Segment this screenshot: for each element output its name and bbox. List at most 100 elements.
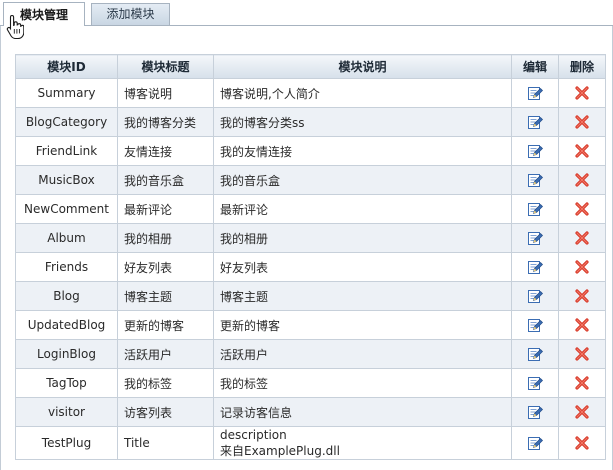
cell-module-desc: 我的音乐盒 [213,165,512,195]
edit-pencil-icon[interactable] [527,230,543,246]
delete-x-icon[interactable] [574,143,590,159]
cell-module-desc: 我的博客分类ss [213,107,512,137]
desc-line-1: description [220,428,287,442]
cell-module-title: 友情连接 [117,136,214,166]
table-row: BlogCategory 我的博客分类 我的博客分类ss [15,107,606,137]
cell-delete [558,339,606,369]
cell-module-title: 我的博客分类 [117,107,214,137]
cell-module-desc: 好友列表 [213,252,512,282]
cell-delete [558,310,606,340]
hand-pointer-icon [6,14,24,40]
table-row: visitor 访客列表 记录访客信息 [15,397,606,427]
tab-add-module[interactable]: 添加模块 [91,3,170,25]
cell-module-title: 我的相册 [117,223,214,253]
cell-module-title: Title [117,426,214,460]
col-header-module-desc: 模块说明 [213,54,512,79]
cell-edit [511,194,559,224]
cell-module-title: 博客说明 [117,78,214,108]
cell-module-id: Friends [15,252,118,282]
delete-x-icon[interactable] [574,375,590,391]
table-row: NewComment 最新评论 最新评论 [15,194,606,224]
delete-x-icon[interactable] [574,435,590,451]
edit-pencil-icon[interactable] [527,143,543,159]
delete-x-icon[interactable] [574,85,590,101]
cell-module-id: Blog [15,281,118,311]
edit-pencil-icon[interactable] [527,172,543,188]
edit-pencil-icon[interactable] [527,288,543,304]
tab-bar: 模块管理 添加模块 [0,0,613,26]
cell-module-desc: 更新的博客 [213,310,512,340]
cell-edit [511,339,559,369]
module-panel: 模块ID 模块标题 模块说明 编辑 删除 Summary 博客说明 博客说明,个人简… [0,26,613,470]
cell-delete [558,136,606,166]
cell-delete [558,107,606,137]
edit-pencil-icon[interactable] [527,317,543,333]
delete-x-icon[interactable] [574,230,590,246]
cell-delete [558,368,606,398]
cell-delete [558,252,606,282]
cell-module-desc: 活跃用户 [213,339,512,369]
edit-pencil-icon[interactable] [527,114,543,130]
cell-delete [558,223,606,253]
cell-edit [511,107,559,137]
cell-module-desc: 最新评论 [213,194,512,224]
edit-pencil-icon[interactable] [527,404,543,420]
table-row: Summary 博客说明 博客说明,个人简介 [15,78,606,108]
delete-x-icon[interactable] [574,404,590,420]
delete-x-icon[interactable] [574,288,590,304]
edit-pencil-icon[interactable] [527,259,543,275]
table-row: LoginBlog 活跃用户 活跃用户 [15,339,606,369]
cell-module-desc: 记录访客信息 [213,397,512,427]
edit-pencil-icon[interactable] [527,435,543,451]
edit-pencil-icon[interactable] [527,85,543,101]
cell-module-id: LoginBlog [15,339,118,369]
cell-edit [511,78,559,108]
delete-x-icon[interactable] [574,114,590,130]
cell-module-title: 我的标签 [117,368,214,398]
col-header-module-title: 模块标题 [117,54,214,79]
cell-edit [511,368,559,398]
edit-pencil-icon[interactable] [527,201,543,217]
delete-x-icon[interactable] [574,172,590,188]
edit-pencil-icon[interactable] [527,346,543,362]
cell-module-title: 最新评论 [117,194,214,224]
col-header-edit: 编辑 [511,54,559,79]
cell-module-id: Summary [15,78,118,108]
table-row: UpdatedBlog 更新的博客 更新的博客 [15,310,606,340]
cell-module-id: MusicBox [15,165,118,195]
cell-module-id: FriendLink [15,136,118,166]
desc-line-2: 来自ExamplePlug.dll [220,444,340,458]
cell-module-title: 我的音乐盒 [117,165,214,195]
cell-delete [558,426,606,460]
table-row: FriendLink 友情连接 我的友情连接 [15,136,606,166]
cell-module-desc: 博客主题 [213,281,512,311]
cell-module-desc: 我的相册 [213,223,512,253]
delete-x-icon[interactable] [574,259,590,275]
cell-module-desc: 我的友情连接 [213,136,512,166]
cell-module-title: 好友列表 [117,252,214,282]
cell-module-id: UpdatedBlog [15,310,118,340]
cell-module-id: visitor [15,397,118,427]
cell-module-id: Album [15,223,118,253]
table-row: Blog 博客主题 博客主题 [15,281,606,311]
delete-x-icon[interactable] [574,346,590,362]
cell-delete [558,194,606,224]
table-row: MusicBox 我的音乐盒 我的音乐盒 [15,165,606,195]
edit-pencil-icon[interactable] [527,375,543,391]
cell-module-title: 访客列表 [117,397,214,427]
cell-edit [511,281,559,311]
cell-module-title: 博客主题 [117,281,214,311]
cell-delete [558,397,606,427]
cell-module-desc: description 来自ExamplePlug.dll [213,426,512,460]
table-row: Album 我的相册 我的相册 [15,223,606,253]
delete-x-icon[interactable] [574,201,590,217]
col-header-delete: 删除 [558,54,606,79]
cell-delete [558,281,606,311]
delete-x-icon[interactable] [574,317,590,333]
table-row: TagTop 我的标签 我的标签 [15,368,606,398]
cell-edit [511,136,559,166]
cell-module-id: NewComment [15,194,118,224]
cell-module-id: BlogCategory [15,107,118,137]
cell-edit [511,223,559,253]
cell-edit [511,165,559,195]
